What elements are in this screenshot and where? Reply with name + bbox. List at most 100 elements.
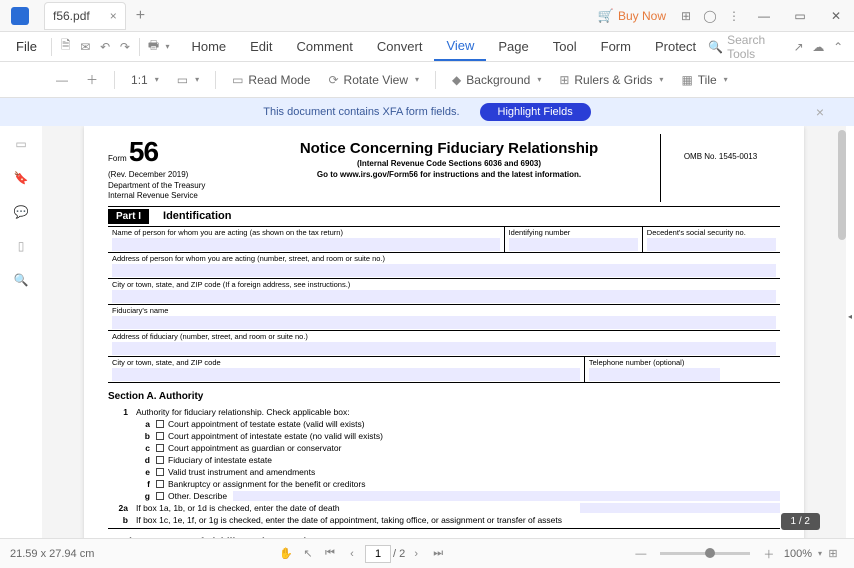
fit-mode-button[interactable]: 1:1▾ xyxy=(125,66,165,94)
menu-tool[interactable]: Tool xyxy=(541,33,589,61)
form-subtitle: (Internal Revenue Code Sections 6036 and… xyxy=(238,159,660,168)
checkbox-1g[interactable] xyxy=(156,492,164,500)
new-tab-button[interactable]: + xyxy=(132,7,149,25)
page-dimensions: 21.59 x 27.94 cm xyxy=(10,548,94,560)
document-viewport[interactable]: Form 56 (Rev. December 2019) Department … xyxy=(42,126,846,538)
address-label: Address of person for whom you are actin… xyxy=(112,254,776,263)
collapse-icon[interactable]: ⌃ xyxy=(828,35,848,59)
tab-close-icon[interactable]: × xyxy=(110,9,117,23)
menu-view[interactable]: View xyxy=(434,33,486,61)
tile-button[interactable]: ▦Tile▾ xyxy=(675,66,733,94)
search-panel-icon[interactable]: 🔍 xyxy=(11,270,31,290)
next-page-icon[interactable]: › xyxy=(405,543,427,565)
menu-edit[interactable]: Edit xyxy=(238,33,284,61)
hand-tool-icon[interactable]: ✋ xyxy=(275,543,297,565)
background-icon: ◆ xyxy=(452,73,461,87)
app-logo xyxy=(0,0,40,32)
cloud-icon[interactable]: ☁ xyxy=(808,35,828,59)
kebab-menu-icon[interactable]: ⋮ xyxy=(722,4,746,28)
fid-city-input[interactable] xyxy=(112,368,580,381)
thumbnails-icon[interactable]: ▭ xyxy=(11,134,31,154)
background-button[interactable]: ◆Background▾ xyxy=(446,66,547,94)
menu-home[interactable]: Home xyxy=(179,33,238,61)
rotate-icon: ⟳ xyxy=(328,73,338,87)
scrollbar-thumb[interactable] xyxy=(838,130,846,240)
menu-convert[interactable]: Convert xyxy=(365,33,435,61)
checkbox-1a[interactable] xyxy=(156,420,164,428)
checkbox-1b[interactable] xyxy=(156,432,164,440)
minimize-button[interactable]: — xyxy=(746,0,782,32)
checkbox-1c[interactable] xyxy=(156,444,164,452)
ssn-input[interactable] xyxy=(647,238,776,251)
print-icon[interactable]: 🖶 xyxy=(144,35,164,59)
gift-icon[interactable]: ⊞ xyxy=(674,4,698,28)
first-page-icon[interactable]: ⏮ xyxy=(319,543,341,565)
attachments-icon[interactable]: ▯ xyxy=(11,236,31,256)
zoom-in-button[interactable]: ＋ xyxy=(80,66,104,94)
last-page-icon[interactable]: ⏭ xyxy=(427,543,449,565)
fid-city-label: City or town, state, and ZIP code xyxy=(112,358,580,367)
checkbox-1d[interactable] xyxy=(156,456,164,464)
zoom-out-status-icon[interactable]: — xyxy=(630,543,652,565)
right-panel-expand-icon[interactable]: ◂ xyxy=(848,312,852,321)
zoom-slider-thumb[interactable] xyxy=(705,548,715,558)
fid-name-input[interactable] xyxy=(112,316,776,329)
ruler-icon: ⊞ xyxy=(559,73,569,87)
page-number-input[interactable] xyxy=(365,545,391,563)
pdf-page: Form 56 (Rev. December 2019) Department … xyxy=(84,126,804,538)
xfa-banner: This document contains XFA form fields. … xyxy=(0,98,854,126)
section-a-heading: Section A. Authority xyxy=(108,391,780,402)
address-input[interactable] xyxy=(112,264,776,277)
fid-name-label: Fiduciary's name xyxy=(112,306,776,315)
form-revision: (Rev. December 2019) xyxy=(108,170,188,179)
phone-input[interactable] xyxy=(589,368,720,381)
rotate-view-button[interactable]: ⟳Rotate View▾ xyxy=(322,66,425,94)
save-icon[interactable]: 🗎 xyxy=(56,35,76,59)
fit-page-icon[interactable]: ⊞ xyxy=(822,543,844,565)
print-caret-icon[interactable]: ▾ xyxy=(165,42,169,51)
xfa-close-icon[interactable]: × xyxy=(816,104,824,120)
idnum-input[interactable] xyxy=(509,238,638,251)
xfa-message: This document contains XFA form fields. xyxy=(263,106,459,118)
prev-page-icon[interactable]: ‹ xyxy=(341,543,363,565)
checkbox-1e[interactable] xyxy=(156,468,164,476)
menu-comment[interactable]: Comment xyxy=(285,33,365,61)
menu-page[interactable]: Page xyxy=(486,33,540,61)
highlight-fields-button[interactable]: Highlight Fields xyxy=(480,103,591,121)
form-number: 56 xyxy=(129,136,158,167)
form-label: Form xyxy=(108,154,127,163)
tab-title: f56.pdf xyxy=(53,9,90,23)
buy-now-link[interactable]: 🛒 Buy Now xyxy=(598,8,666,24)
rulers-grids-button[interactable]: ⊞Rulers & Grids▾ xyxy=(553,66,669,94)
redo-icon[interactable]: ↷ xyxy=(115,35,135,59)
bookmarks-icon[interactable]: 🔖 xyxy=(11,168,31,188)
file-menu[interactable]: File xyxy=(6,39,47,54)
share-icon[interactable]: ↗ xyxy=(789,35,809,59)
name-input[interactable] xyxy=(112,238,500,251)
zoom-slider[interactable] xyxy=(660,552,750,555)
other-describe-input[interactable] xyxy=(233,491,780,501)
omb-number: OMB No. 1545-0013 xyxy=(660,134,780,202)
maximize-button[interactable]: ▭ xyxy=(782,0,818,32)
undo-icon[interactable]: ↶ xyxy=(95,35,115,59)
menu-form[interactable]: Form xyxy=(589,33,643,61)
user-icon[interactable]: ◯ xyxy=(698,4,722,28)
select-tool-icon[interactable]: ↖ xyxy=(297,543,319,565)
close-window-button[interactable]: ✕ xyxy=(818,0,854,32)
zoom-out-button[interactable]: — xyxy=(50,66,74,94)
checkbox-1f[interactable] xyxy=(156,480,164,488)
date-of-death-input[interactable] xyxy=(580,503,780,513)
document-tab[interactable]: f56.pdf × xyxy=(44,2,126,30)
city-input[interactable] xyxy=(112,290,776,303)
comments-icon[interactable]: 💬 xyxy=(11,202,31,222)
search-tools[interactable]: 🔍 Search Tools xyxy=(708,33,781,61)
zoom-in-status-icon[interactable]: ＋ xyxy=(758,543,780,565)
page-indicator-badge: 1 / 2 xyxy=(781,513,820,530)
page-layout-button[interactable]: ▭▾ xyxy=(171,66,205,94)
fid-addr-input[interactable] xyxy=(112,342,776,355)
mail-icon[interactable]: ✉ xyxy=(76,35,96,59)
search-icon: 🔍 xyxy=(708,40,723,54)
main-menu: Home Edit Comment Convert View Page Tool… xyxy=(179,33,708,61)
read-mode-button[interactable]: ▭Read Mode xyxy=(226,66,316,94)
menu-protect[interactable]: Protect xyxy=(643,33,708,61)
